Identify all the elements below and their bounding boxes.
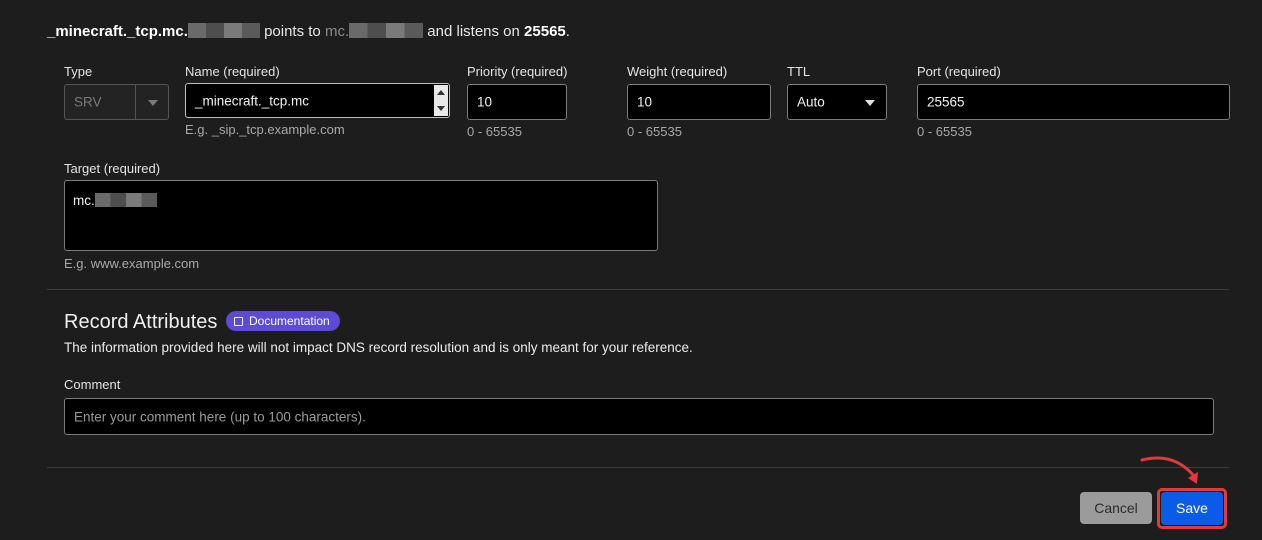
- name-label: Name (required): [185, 64, 280, 79]
- ttl-label: TTL: [787, 64, 811, 79]
- weight-label: Weight (required): [627, 64, 728, 79]
- port-value: 25565: [927, 94, 965, 110]
- name-hint: E.g. _sip._tcp.example.com: [185, 122, 345, 137]
- name-input[interactable]: _minecraft._tcp.mc: [185, 83, 450, 118]
- target-value: mc.: [73, 193, 95, 208]
- chevron-down-icon: [865, 100, 875, 106]
- curved-arrow-icon: [1140, 456, 1198, 484]
- name-value: _minecraft._tcp.mc: [195, 93, 310, 108]
- summary-points-to: points to: [264, 23, 321, 40]
- summary-name: _minecraft._tcp.mc.: [47, 23, 188, 40]
- redacted-block: [187, 23, 260, 38]
- divider: [47, 289, 1229, 290]
- type-label: Type: [64, 64, 93, 79]
- target-hint: E.g. www.example.com: [64, 256, 200, 271]
- comment-placeholder: Enter your comment here (up to 100 chara…: [74, 409, 366, 424]
- priority-label: Priority (required): [467, 64, 568, 79]
- book-icon: [234, 317, 243, 326]
- weight-hint: 0 - 65535: [627, 124, 682, 139]
- stepper-icon[interactable]: [434, 85, 448, 116]
- section-title: Record Attributes: [64, 311, 218, 333]
- redacted-block: [94, 193, 157, 207]
- summary-listens-on: and listens on: [427, 23, 520, 40]
- save-button[interactable]: Save: [1161, 492, 1223, 525]
- priority-hint: 0 - 65535: [467, 124, 522, 139]
- comment-input[interactable]: Enter your comment here (up to 100 chara…: [64, 398, 1214, 435]
- divider: [47, 467, 1229, 468]
- type-select: SRV: [64, 84, 169, 120]
- summary-target: mc.: [324, 23, 350, 40]
- record-summary: _minecraft._tcp.mc. points to mc. and li…: [47, 23, 570, 40]
- weight-input[interactable]: 10: [627, 84, 771, 120]
- weight-value: 10: [637, 94, 653, 110]
- redacted-block: [349, 23, 424, 38]
- summary-port: 25565: [524, 23, 566, 40]
- ttl-value: Auto: [797, 94, 825, 110]
- chevron-down-icon: [148, 100, 158, 106]
- cancel-button[interactable]: Cancel: [1080, 492, 1152, 524]
- target-label: Target (required): [64, 161, 161, 176]
- ttl-select[interactable]: Auto: [787, 84, 887, 120]
- priority-input[interactable]: 10: [467, 84, 567, 120]
- documentation-link[interactable]: Documentation: [226, 311, 340, 331]
- port-hint: 0 - 65535: [917, 124, 972, 139]
- comment-label: Comment: [64, 377, 121, 392]
- section-description: The information provided here will not i…: [64, 340, 693, 355]
- target-textarea[interactable]: mc.: [64, 180, 658, 251]
- type-value: SRV: [74, 94, 102, 110]
- port-label: Port (required): [917, 64, 1001, 79]
- port-input[interactable]: 25565: [917, 84, 1230, 120]
- priority-value: 10: [477, 94, 493, 110]
